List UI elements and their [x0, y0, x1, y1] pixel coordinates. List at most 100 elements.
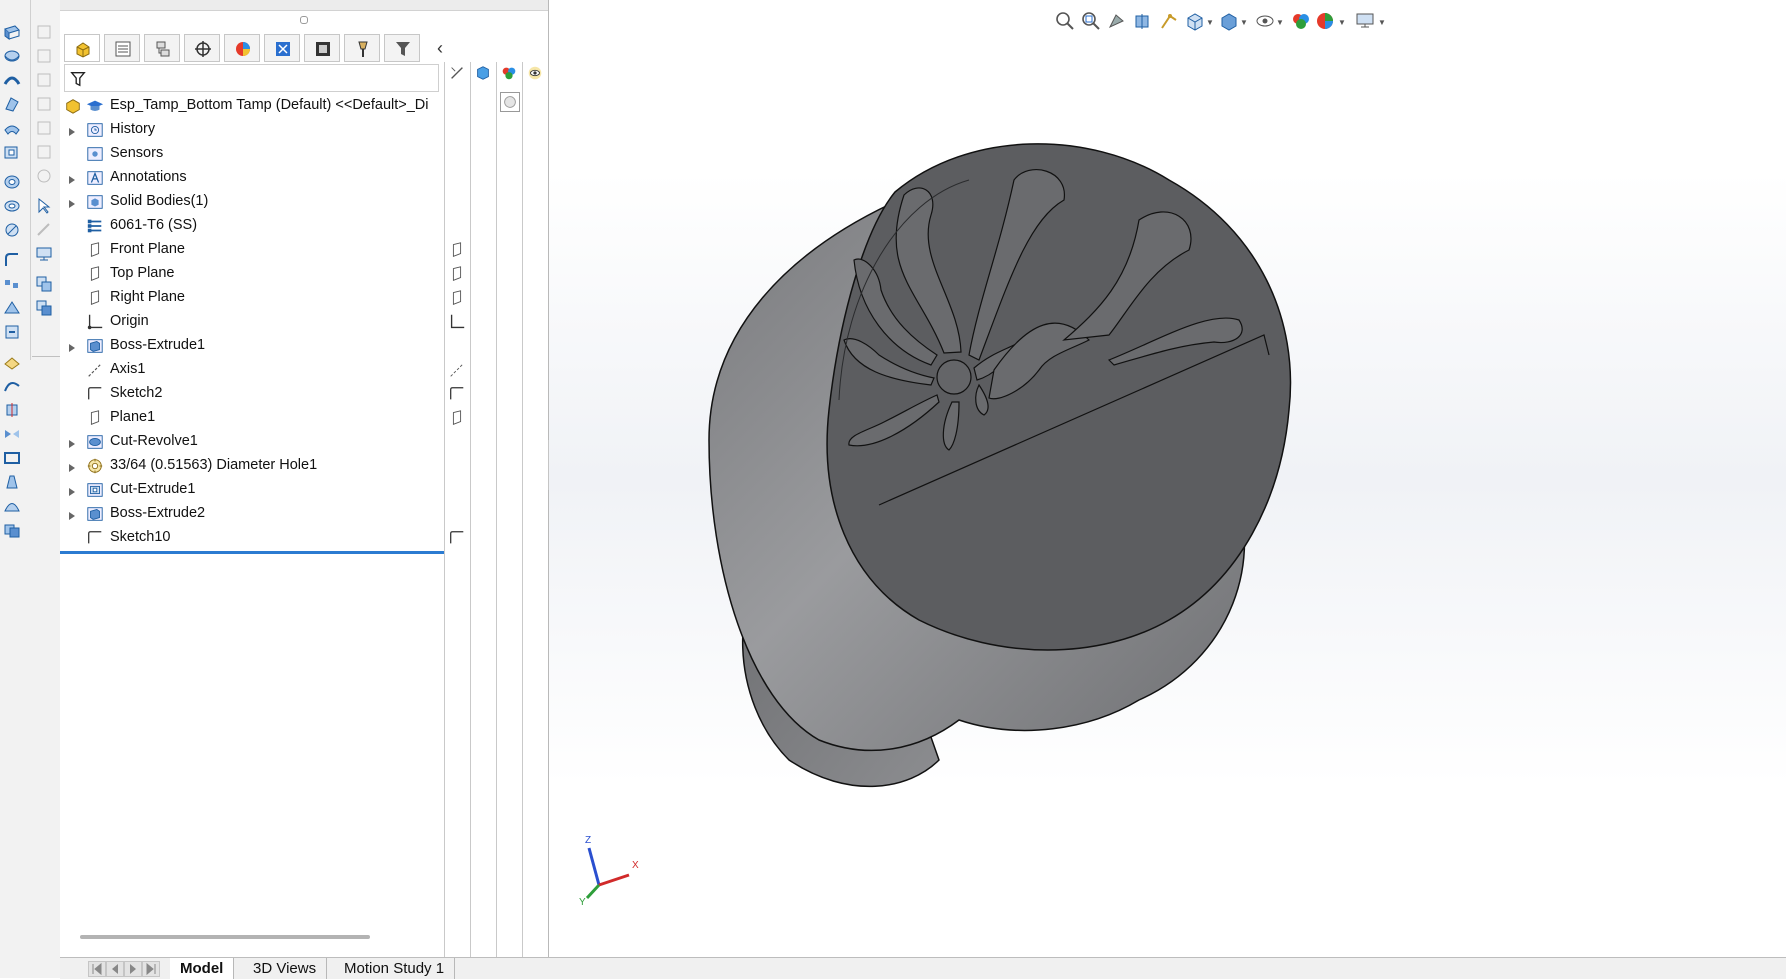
revolved-boss-icon[interactable]: [2, 46, 22, 66]
tree-root-part[interactable]: Esp_Tamp_Bottom Tamp (Default) <<Default…: [60, 94, 444, 118]
swept-cut-icon[interactable]: [2, 220, 22, 240]
move-entities-icon[interactable]: [34, 298, 54, 318]
linear-pattern-icon[interactable]: [2, 274, 22, 294]
tree-item[interactable]: Cut-Revolve1: [60, 430, 444, 454]
view-orientation-icon[interactable]: [1184, 10, 1206, 32]
zoom-to-fit-icon[interactable]: [1054, 10, 1076, 32]
tab-model[interactable]: Model: [170, 958, 235, 979]
select-icon[interactable]: [34, 196, 54, 216]
transparency-column-icon[interactable]: [526, 64, 544, 82]
swept-boss-icon[interactable]: [2, 70, 22, 90]
dome-icon[interactable]: [2, 496, 22, 516]
previous-view-icon[interactable]: [1106, 10, 1128, 32]
tree-item[interactable]: Front Plane: [60, 238, 444, 262]
expand-arrow-icon[interactable]: [68, 196, 76, 208]
plane-visibility-icon[interactable]: [448, 289, 466, 307]
apply-scene-dropdown-icon[interactable]: ▼: [1338, 19, 1346, 27]
rib-icon[interactable]: [2, 298, 22, 318]
tree-item[interactable]: Origin: [60, 310, 444, 334]
extruded-cut-icon[interactable]: [2, 142, 22, 162]
plane-visibility-icon[interactable]: [448, 241, 466, 259]
plane-visibility-icon[interactable]: [448, 409, 466, 427]
tree-item[interactable]: Annotations: [60, 166, 444, 190]
collapse-panel-chevron-icon[interactable]: ‹: [430, 36, 450, 60]
reference-geometry-icon[interactable]: [2, 352, 22, 372]
view-orientation-dropdown-icon[interactable]: ▼: [1206, 19, 1214, 27]
fillet-icon[interactable]: [2, 250, 22, 270]
tab-motion-study-1[interactable]: Motion Study 1: [334, 958, 456, 979]
intersect-icon[interactable]: [2, 520, 22, 540]
tab-cam-operation-tree[interactable]: [304, 34, 340, 62]
expand-arrow-icon[interactable]: [68, 340, 76, 352]
curves-icon[interactable]: [2, 376, 22, 396]
tab-feature-manager[interactable]: [64, 34, 100, 62]
spline-icon[interactable]: [34, 166, 54, 186]
expand-arrow-icon[interactable]: [68, 460, 76, 472]
wrap-icon[interactable]: [2, 322, 22, 342]
expand-arrow-icon[interactable]: [68, 436, 76, 448]
edit-appearance-icon[interactable]: [1290, 10, 1312, 32]
zoom-to-area-icon[interactable]: [1080, 10, 1102, 32]
arc-icon[interactable]: [34, 142, 54, 162]
panel-grip-bar[interactable]: [60, 0, 548, 11]
first-tab-nav-icon[interactable]: [88, 961, 106, 977]
display-monitor-icon[interactable]: [34, 244, 54, 264]
expand-arrow-icon[interactable]: [68, 124, 76, 136]
tree-item[interactable]: Cut-Extrude1: [60, 478, 444, 502]
tab-display-manager[interactable]: [224, 34, 260, 62]
tab-cam-feature-tree[interactable]: [264, 34, 300, 62]
part-3d-model[interactable]: [669, 140, 1369, 820]
display-style-icon[interactable]: [1218, 10, 1240, 32]
circle-icon[interactable]: [34, 118, 54, 138]
next-tab-nav-icon[interactable]: [124, 961, 142, 977]
view-settings-monitor-icon[interactable]: [1354, 10, 1376, 32]
tree-item[interactable]: Solid Bodies(1): [60, 190, 444, 214]
apply-scene-icon[interactable]: [1314, 10, 1336, 32]
expand-arrow-icon[interactable]: [68, 508, 76, 520]
display-mode-column-icon[interactable]: [474, 64, 492, 82]
hide-show-column-icon[interactable]: [448, 64, 466, 82]
hole-wizard-icon[interactable]: [2, 172, 22, 192]
display-style-dropdown-icon[interactable]: ▼: [1240, 19, 1248, 27]
sketch-visibility-icon[interactable]: [448, 529, 466, 547]
tree-item[interactable]: Top Plane: [60, 262, 444, 286]
tree-item[interactable]: 33/64 (0.51563) Diameter Hole1: [60, 454, 444, 478]
plane-visibility-icon[interactable]: [448, 265, 466, 283]
copy-entities-icon[interactable]: [34, 274, 54, 294]
tree-item[interactable]: 6061-T6 (SS): [60, 214, 444, 238]
tree-item[interactable]: Right Plane: [60, 286, 444, 310]
tree-item[interactable]: Axis1: [60, 358, 444, 382]
rollback-bar[interactable]: [60, 551, 444, 554]
rectangle-icon[interactable]: [34, 94, 54, 114]
section-view-icon[interactable]: [1132, 10, 1154, 32]
tab-dimxpert-manager[interactable]: [184, 34, 220, 62]
draft-icon[interactable]: [2, 472, 22, 492]
panel-split-handle[interactable]: [300, 16, 308, 24]
axis-visibility-icon[interactable]: [448, 361, 466, 379]
rapid-sketch-icon[interactable]: [34, 220, 54, 240]
mirror-icon[interactable]: [2, 424, 22, 444]
lofted-boss-icon[interactable]: [2, 94, 22, 114]
tree-item[interactable]: History: [60, 118, 444, 142]
hide-show-dropdown-icon[interactable]: ▼: [1276, 19, 1284, 27]
tab-cam-tools-tree[interactable]: [344, 34, 380, 62]
revolved-cut-icon[interactable]: [2, 196, 22, 216]
extruded-boss-icon[interactable]: [2, 22, 22, 42]
tree-item[interactable]: Sensors: [60, 142, 444, 166]
view-settings-dropdown-icon[interactable]: ▼: [1378, 19, 1386, 27]
dynamic-annotation-icon[interactable]: [1158, 10, 1180, 32]
boundary-boss-icon[interactable]: [2, 118, 22, 138]
tree-item[interactable]: Boss-Extrude2: [60, 502, 444, 526]
tree-item[interactable]: Plane1: [60, 406, 444, 430]
last-tab-nav-icon[interactable]: [142, 961, 160, 977]
prev-tab-nav-icon[interactable]: [106, 961, 124, 977]
appearance-column-icon[interactable]: [500, 64, 518, 82]
tab-property-manager[interactable]: [104, 34, 140, 62]
instant3d-icon[interactable]: [2, 400, 22, 420]
tree-item[interactable]: Sketch2: [60, 382, 444, 406]
line-icon[interactable]: [34, 70, 54, 90]
tab-configuration-manager[interactable]: [144, 34, 180, 62]
tree-filter-input[interactable]: [64, 64, 439, 92]
expand-arrow-icon[interactable]: [68, 484, 76, 496]
origin-visibility-icon[interactable]: [448, 313, 466, 331]
